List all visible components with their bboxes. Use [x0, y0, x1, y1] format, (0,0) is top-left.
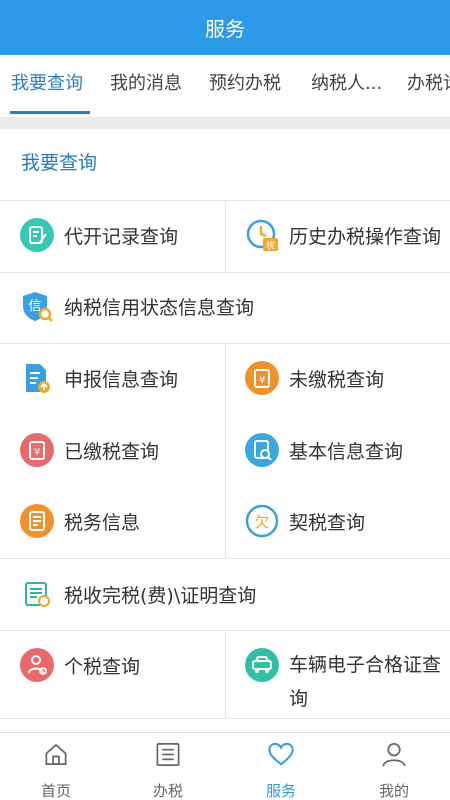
- query-item-label: 税务信息: [64, 511, 141, 534]
- personal-tax-icon: [20, 648, 54, 682]
- divider: [0, 272, 450, 273]
- query-vehicle-certificate[interactable]: 车辆电子合格证查询: [245, 648, 449, 716]
- vehicle-cert-icon: [245, 648, 279, 682]
- heart-icon: [268, 742, 294, 766]
- query-item-label: 税收完税(费)\证明查询: [64, 584, 257, 607]
- nav-label: 首页: [40, 782, 71, 800]
- tab-my-messages[interactable]: 我的消息: [110, 55, 182, 117]
- divider: [225, 200, 226, 272]
- query-item-label: 申报信息查询: [64, 368, 179, 391]
- tab-taxpayer[interactable]: 纳税人...: [311, 55, 382, 117]
- bottom-nav: 首页 办税 服务 我的: [0, 732, 450, 800]
- svg-text:¥: ¥: [34, 447, 40, 458]
- query-paid-tax[interactable]: ¥ 已缴税查询: [20, 433, 159, 467]
- tab-appointment[interactable]: 预约办税: [209, 55, 281, 117]
- query-item-label: 契税查询: [289, 511, 366, 534]
- active-tab-indicator: [10, 111, 90, 114]
- query-credit-status[interactable]: 信 纳税信用状态信息查询: [20, 289, 254, 323]
- nav-tax[interactable]: 办税: [112, 733, 224, 800]
- nav-service[interactable]: 服务: [225, 733, 337, 800]
- query-item-label: 车辆电子合格证查询: [289, 654, 442, 710]
- query-invoice-record[interactable]: 代开记录查询: [20, 218, 178, 252]
- tab-tax-forum[interactable]: 办税论: [407, 55, 450, 117]
- query-deed-tax[interactable]: 欠 契税查询: [245, 504, 365, 538]
- query-item-label: 历史办税操作查询: [289, 225, 442, 248]
- user-icon: [382, 743, 406, 767]
- paid-tax-icon: ¥: [20, 433, 54, 467]
- query-item-label: 基本信息查询: [289, 440, 404, 463]
- tab-bar: 我要查询 我的消息 预约办税 纳税人... 办税论: [0, 55, 450, 117]
- section-title: 我要查询: [21, 152, 98, 174]
- query-item-label: 纳税信用状态信息查询: [64, 296, 255, 319]
- history-clock-icon: 税: [246, 219, 278, 252]
- declare-doc-icon: [26, 364, 50, 393]
- nav-mine[interactable]: 我的: [338, 733, 450, 800]
- basic-info-icon: [245, 433, 279, 467]
- query-item-label: 代开记录查询: [64, 225, 179, 248]
- query-basic-info[interactable]: 基本信息查询: [245, 433, 403, 467]
- tax-info-icon: [20, 504, 54, 538]
- divider: [0, 718, 450, 719]
- app-header: 服务: [0, 0, 450, 55]
- tab-my-query[interactable]: 我要查询: [11, 55, 83, 117]
- query-tax-certificate[interactable]: 税收完税(费)\证明查询: [20, 577, 256, 611]
- query-tax-info[interactable]: 税务信息: [20, 504, 140, 538]
- query-personal-tax[interactable]: 个税查询: [20, 648, 140, 682]
- home-icon: [45, 743, 67, 766]
- invoice-record-icon: [20, 218, 54, 252]
- unpaid-tax-icon: ¥: [245, 361, 279, 395]
- svg-text:税: 税: [266, 240, 275, 252]
- page-title: 服务: [205, 17, 245, 41]
- query-item-label: 个税查询: [64, 655, 141, 678]
- nav-label: 我的: [378, 782, 409, 800]
- query-unpaid-tax[interactable]: ¥ 未缴税查询: [245, 361, 384, 395]
- divider: [0, 558, 450, 559]
- credit-shield-icon: 信: [23, 292, 53, 322]
- list-icon: [156, 743, 180, 766]
- tax-certificate-icon: [25, 582, 50, 607]
- section-gap: [0, 117, 450, 129]
- divider: [225, 343, 226, 558]
- nav-home[interactable]: 首页: [0, 733, 112, 800]
- query-declaration-info[interactable]: 申报信息查询: [20, 361, 178, 395]
- nav-label: 办税: [152, 782, 183, 800]
- deed-tax-icon: 欠: [245, 504, 279, 538]
- svg-text:¥: ¥: [259, 375, 265, 386]
- query-history-operation[interactable]: 税 历史办税操作查询: [245, 218, 441, 252]
- query-item-label: 未缴税查询: [289, 368, 385, 391]
- nav-label: 服务: [265, 782, 296, 800]
- divider: [225, 630, 226, 718]
- svg-text:欠: 欠: [254, 513, 269, 531]
- query-item-label: 已缴税查询: [64, 440, 160, 463]
